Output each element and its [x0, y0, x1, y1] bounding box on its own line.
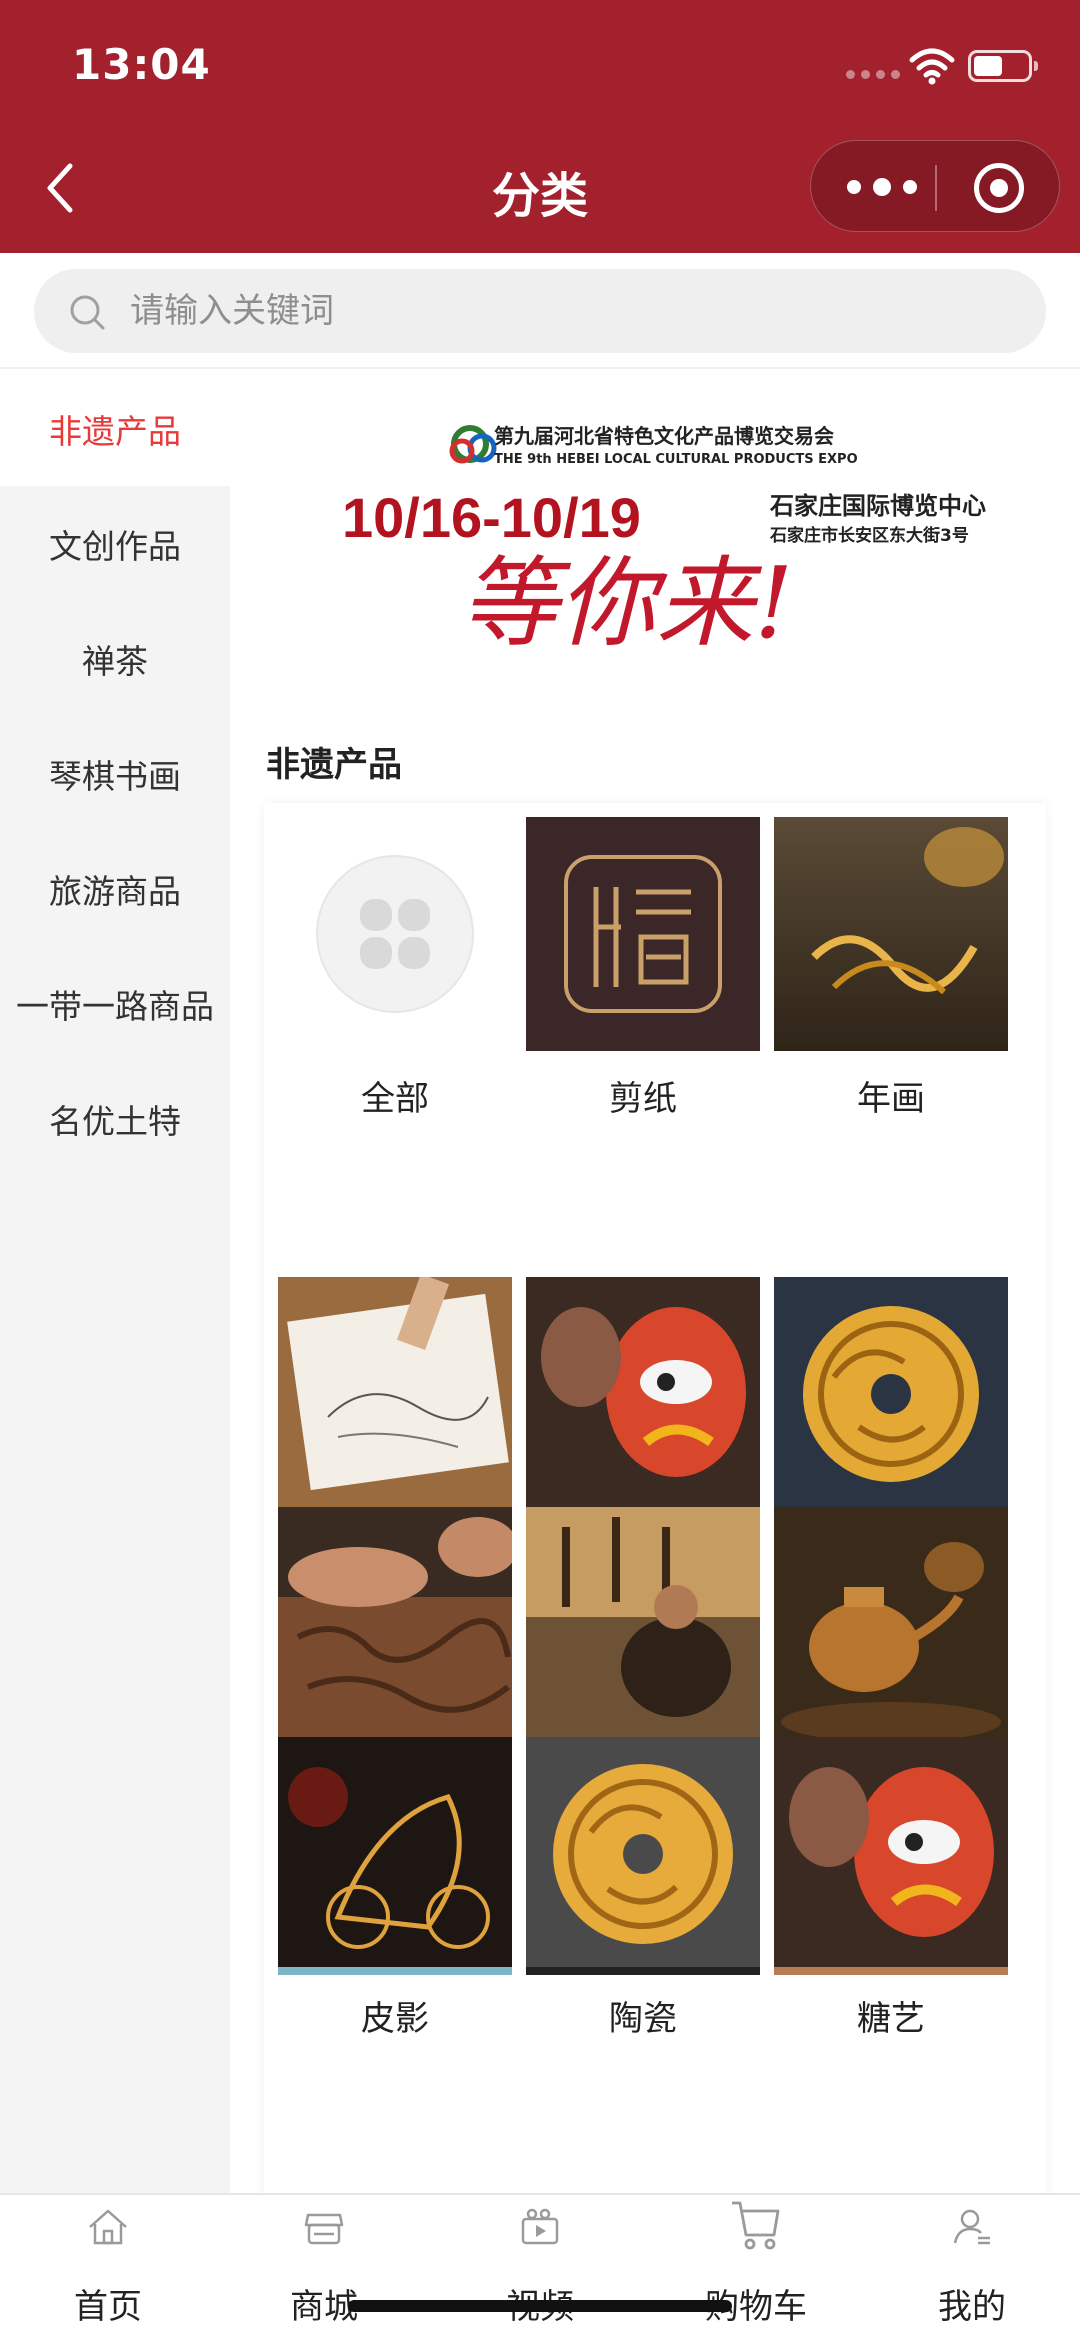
shop-icon — [304, 2213, 344, 2245]
category-label: 全部 — [361, 1079, 429, 1119]
main-content: 第九届河北省特色文化产品博览交易会 THE 9th HEBEI LOCAL CU… — [230, 371, 1080, 2193]
video-icon — [521, 2208, 559, 2245]
category-grid: 全部 剪纸 年画 皮影 陶瓷 糖艺 — [264, 803, 1046, 2193]
bottom-tab-bar: 首页 商城 视频 购物车 — [0, 2193, 1080, 2339]
category-thumb — [278, 1507, 512, 1741]
category-item-tangyi[interactable]: 糖艺 — [774, 1737, 1008, 2040]
opera-mask-photo — [526, 1277, 760, 1511]
search-icon — [70, 295, 105, 330]
sidebar-item-yidaiyilu[interactable]: 一带一路商品 — [0, 946, 230, 1061]
banner-headline-en: THE 9th HEBEI LOCAL CULTURAL PRODUCTS EX… — [494, 452, 858, 467]
category-item-jianzhi[interactable]: 剪纸 — [526, 817, 760, 1120]
screen: 13:04 分类 非遗产品 文创作品 — [0, 0, 1080, 2339]
paper-cut-logo-image — [526, 817, 760, 1051]
category-label: 陶瓷 — [609, 1999, 677, 2039]
next-row-thumb — [774, 1967, 1008, 1975]
mini-program-capsule — [810, 140, 1060, 232]
tab-video[interactable]: 视频 — [432, 2195, 648, 2339]
category-sidebar: 非遗产品 文创作品 禅茶 琴棋书画 旅游商品 一带一路商品 名优土特 — [0, 371, 230, 2193]
header-bar: 13:04 分类 — [0, 0, 1080, 253]
status-time: 13:04 — [72, 40, 211, 89]
banner-address: 石家庄市长安区东大街3号 — [769, 525, 969, 546]
category-thumb — [526, 817, 760, 1051]
all-grid-icon — [316, 855, 474, 1013]
tab-shop[interactable]: 商城 — [216, 2195, 432, 2339]
cart-icon — [732, 2201, 780, 2250]
capsule-divider — [935, 165, 937, 211]
expo-banner[interactable]: 第九届河北省特色文化产品博览交易会 THE 9th HEBEI LOCAL CU… — [250, 401, 1060, 686]
tab-label: 首页 — [74, 2287, 142, 2327]
sidebar-item-chancha[interactable]: 禅茶 — [0, 601, 230, 716]
jade-disc-photo-2 — [526, 1737, 760, 1971]
shadow-puppet-photo — [526, 1507, 760, 1741]
banner-headline: 第九届河北省特色文化产品博览交易会 — [494, 424, 834, 448]
sidebar-item-label: 名优土特 — [49, 1101, 181, 1141]
category-item-piying[interactable]: 皮影 — [278, 1737, 512, 2040]
next-row-thumb — [278, 1967, 512, 1975]
sidebar-item-label: 非遗产品 — [49, 411, 181, 451]
sidebar-item-feiyi[interactable]: 非遗产品 — [0, 371, 230, 486]
category-thumb — [278, 1277, 512, 1511]
category-item-nianhua[interactable]: 年画 — [774, 817, 1008, 1120]
user-icon — [953, 2209, 990, 2245]
search-input[interactable] — [130, 269, 1010, 353]
close-target-icon[interactable] — [974, 163, 1024, 213]
tab-mine[interactable]: 我的 — [864, 2195, 1080, 2339]
home-icon — [89, 2209, 127, 2245]
wifi-icon — [909, 48, 955, 85]
banner-slogan: 等你来! — [460, 547, 793, 661]
sidebar-item-label: 一带一路商品 — [16, 986, 214, 1026]
tab-label: 我的 — [938, 2287, 1006, 2327]
category-thumb — [774, 1277, 1008, 1511]
tab-cart[interactable]: 购物车 — [648, 2195, 864, 2339]
jade-disc-photo — [774, 1277, 1008, 1511]
category-label: 糖艺 — [857, 1999, 925, 2039]
drawing-photo — [278, 1277, 512, 1511]
sugar-figure-photo — [278, 1737, 512, 1971]
category-label: 年画 — [857, 1079, 925, 1119]
next-row-thumb — [526, 1967, 760, 1975]
signal-icon — [846, 70, 900, 79]
banner-venue: 石家庄国际博览中心 — [769, 492, 986, 520]
category-thumb — [526, 1277, 760, 1511]
banner-dates: 10/16-10/19 — [342, 486, 641, 549]
category-thumb — [526, 1507, 760, 1741]
opera-mask-photo-2 — [774, 1737, 1008, 1971]
sidebar-item-wenchuang[interactable]: 文创作品 — [0, 486, 230, 601]
category-thumb — [278, 817, 512, 1051]
category-thumb — [526, 1737, 760, 1971]
copper-teapot-photo — [774, 1507, 1008, 1741]
more-icon[interactable] — [847, 174, 917, 200]
home-indicator — [348, 2300, 732, 2312]
search-bar[interactable] — [34, 269, 1046, 353]
category-label: 剪纸 — [609, 1079, 677, 1119]
sidebar-item-mingyou[interactable]: 名优土特 — [0, 1061, 230, 1176]
sidebar-item-label: 琴棋书画 — [49, 756, 181, 796]
category-thumb — [278, 1737, 512, 1971]
search-area — [0, 253, 1080, 369]
sidebar-item-qinqi[interactable]: 琴棋书画 — [0, 716, 230, 831]
category-thumb — [774, 1507, 1008, 1741]
sidebar-item-label: 禅茶 — [82, 641, 148, 681]
category-item-taoci[interactable]: 陶瓷 — [526, 1737, 760, 2040]
tab-home[interactable]: 首页 — [0, 2195, 216, 2339]
category-thumb — [774, 1737, 1008, 1971]
section-title: 非遗产品 — [266, 745, 402, 785]
sidebar-item-label: 旅游商品 — [49, 871, 181, 911]
sidebar-item-lvyou[interactable]: 旅游商品 — [0, 831, 230, 946]
category-thumb — [774, 817, 1008, 1051]
category-item-all[interactable]: 全部 — [278, 817, 512, 1120]
category-label: 皮影 — [361, 1999, 429, 2039]
sugar-art-photo — [774, 817, 1008, 1051]
battery-icon — [968, 50, 1038, 82]
sidebar-item-label: 文创作品 — [49, 526, 181, 566]
woodblock-photo — [278, 1507, 512, 1741]
